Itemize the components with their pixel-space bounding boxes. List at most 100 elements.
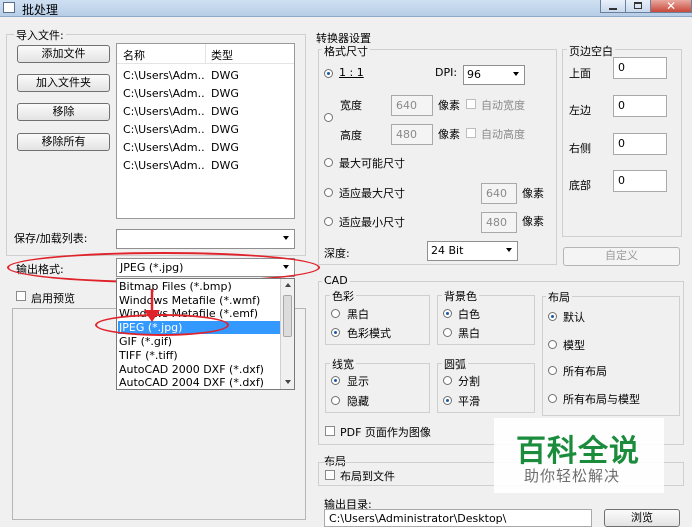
watermark-title: 百科全说 <box>516 434 640 469</box>
margin-bottom-label: 底部 <box>569 179 591 192</box>
output-dir-value: C:\Users\Administrator\Desktop\ <box>329 512 507 525</box>
remove-all-button[interactable]: 移除所有 <box>17 133 110 151</box>
chevron-down-icon <box>513 72 519 76</box>
margin-top-input[interactable]: 0 <box>613 57 667 79</box>
table-cell-name: C:\Users\Adm... <box>123 69 205 82</box>
maximize-button[interactable] <box>625 0 651 13</box>
save-load-combo[interactable] <box>116 229 295 249</box>
scroll-up-icon[interactable] <box>285 283 291 287</box>
annotation-ellipse-selected <box>95 314 229 336</box>
table-cell-name: C:\Users\Adm... <box>123 141 205 154</box>
window-title: 批处理 <box>22 3 59 17</box>
browse-button[interactable]: 浏览 <box>604 509 680 527</box>
layout-all-label: 所有布局 <box>563 365 607 378</box>
fit-min-value: 480 <box>486 216 507 229</box>
width-input[interactable]: 640 <box>391 95 433 116</box>
table-row[interactable]: C:\Users\Adm... DWG <box>117 140 294 156</box>
chevron-down-icon <box>283 236 289 240</box>
output-dir-input[interactable]: C:\Users\Administrator\Desktop\ <box>324 509 592 527</box>
height-input[interactable]: 480 <box>391 124 433 145</box>
margin-left-label: 左边 <box>569 104 591 117</box>
depth-value: 24 Bit <box>431 244 464 257</box>
auto-height-checkbox[interactable] <box>466 128 476 138</box>
layout-model-radio[interactable] <box>548 340 557 349</box>
background-white-radio[interactable] <box>443 309 452 318</box>
scroll-thumb[interactable] <box>283 295 292 337</box>
arc-group-label: 圆弧 <box>442 356 468 372</box>
custom-size-radio[interactable] <box>324 113 333 122</box>
margin-right-label: 右侧 <box>569 142 591 155</box>
layout-default-radio[interactable] <box>548 312 557 321</box>
format-size-group-label: 格式尺寸 <box>322 43 370 59</box>
dropdown-option[interactable]: TIFF (*.tiff) <box>119 349 281 362</box>
margin-top-value: 0 <box>618 61 625 74</box>
fit-max-radio[interactable] <box>324 188 333 197</box>
linewidth-hide-radio[interactable] <box>331 396 340 405</box>
fit-min-input[interactable]: 480 <box>481 212 517 233</box>
close-icon: ✕ <box>666 0 677 13</box>
scroll-down-icon[interactable] <box>285 380 291 384</box>
depth-combo[interactable]: 24 Bit <box>427 241 518 261</box>
height-value: 480 <box>396 128 417 141</box>
dropdown-scrollbar[interactable] <box>280 279 294 389</box>
minimize-button[interactable] <box>600 0 626 13</box>
dpi-combo[interactable]: 96 <box>463 65 525 85</box>
margin-right-input[interactable]: 0 <box>613 133 667 155</box>
color-bw-label: 黑白 <box>347 308 369 321</box>
background-white-label: 白色 <box>458 308 480 321</box>
arc-split-radio[interactable] <box>443 376 452 385</box>
color-mode-radio[interactable] <box>331 328 340 337</box>
table-row[interactable]: C:\Users\Adm... DWG <box>117 104 294 120</box>
arc-split-label: 分割 <box>458 375 480 388</box>
pdf-pages-checkbox[interactable] <box>325 426 335 436</box>
table-row[interactable]: C:\Users\Adm... DWG <box>117 86 294 102</box>
fit-max-input[interactable]: 640 <box>481 183 517 204</box>
add-file-button[interactable]: 添加文件 <box>17 45 110 63</box>
arc-smooth-radio[interactable] <box>443 396 452 405</box>
table-cell-name: C:\Users\Adm... <box>123 123 205 136</box>
color-bw-radio[interactable] <box>331 309 340 318</box>
table-row[interactable]: C:\Users\Adm... DWG <box>117 158 294 174</box>
fit-min-radio[interactable] <box>324 217 333 226</box>
table-cell-type: DWG <box>211 69 239 82</box>
title-bar: 批处理 ✕ <box>0 0 692 17</box>
layout-all-model-radio[interactable] <box>548 394 557 403</box>
color-mode-label: 色彩模式 <box>347 327 391 340</box>
max-possible-radio[interactable] <box>324 158 333 167</box>
layout-model-label: 模型 <box>563 339 585 352</box>
linewidth-show-radio[interactable] <box>331 376 340 385</box>
ratio-radio[interactable] <box>324 69 333 78</box>
margin-bottom-input[interactable]: 0 <box>613 170 667 192</box>
linewidth-hide-label: 隐藏 <box>347 395 369 408</box>
auto-width-checkbox[interactable] <box>466 99 476 109</box>
minimize-icon <box>609 8 617 10</box>
import-group-label: 导入文件: <box>14 27 66 43</box>
file-list[interactable]: 名称 类型 C:\Users\Adm... DWG C:\Users\Adm..… <box>116 43 295 219</box>
layout-all-radio[interactable] <box>548 366 557 375</box>
background-group-label: 背景色 <box>442 288 479 304</box>
column-header-name[interactable]: 名称 <box>123 47 145 63</box>
dropdown-option[interactable]: AutoCAD 2000 DXF (*.dxf) <box>119 363 281 376</box>
column-header-type[interactable]: 类型 <box>211 47 233 63</box>
table-cell-type: DWG <box>211 159 239 172</box>
margin-left-input[interactable]: 0 <box>613 95 667 117</box>
arc-smooth-label: 平滑 <box>458 395 480 408</box>
add-folder-button[interactable]: 加入文件夹 <box>17 74 110 92</box>
margin-bottom-value: 0 <box>618 174 625 187</box>
dropdown-option[interactable]: AutoCAD 2004 DXF (*.dxf) <box>119 376 281 389</box>
auto-height-label: 自动高度 <box>481 128 525 141</box>
max-possible-label: 最大可能尺寸 <box>339 157 405 170</box>
layout-to-file-checkbox[interactable] <box>325 470 335 480</box>
dropdown-option[interactable]: GIF (*.gif) <box>119 335 281 348</box>
table-row[interactable]: C:\Users\Adm... DWG <box>117 68 294 84</box>
background-bw-label: 黑白 <box>458 327 480 340</box>
close-button[interactable]: ✕ <box>650 0 692 13</box>
background-bw-radio[interactable] <box>443 328 452 337</box>
cad-group-label: CAD <box>322 274 350 287</box>
custom-button[interactable]: 自定义 <box>563 247 680 266</box>
linewidth-show-label: 显示 <box>347 375 369 388</box>
table-row[interactable]: C:\Users\Adm... DWG <box>117 122 294 138</box>
preview-checkbox[interactable] <box>16 291 26 301</box>
ratio-label: 1 : 1 <box>339 66 364 79</box>
remove-button[interactable]: 移除 <box>17 103 110 121</box>
